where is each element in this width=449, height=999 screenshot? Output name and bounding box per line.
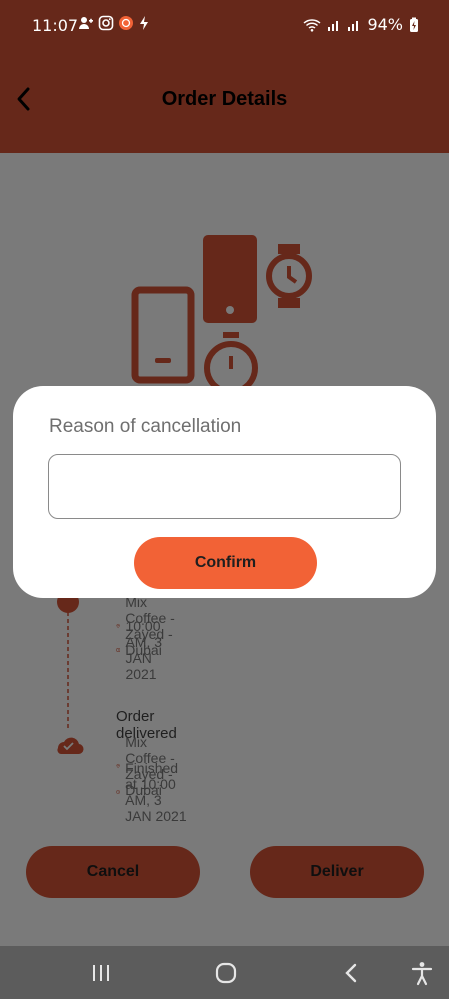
- recent-apps-icon[interactable]: [88, 960, 114, 986]
- back-nav-icon[interactable]: [339, 960, 365, 986]
- timeline-track: [57, 591, 84, 755]
- page-title: Order Details: [161, 88, 288, 110]
- cancellation-reason-input[interactable]: [48, 454, 401, 519]
- battery-charging-icon: [410, 17, 418, 32]
- signal-icon: [328, 20, 339, 31]
- system-nav-bar: [0, 946, 449, 999]
- profile-icon: [79, 17, 93, 29]
- deliver-button[interactable]: Deliver: [250, 846, 424, 898]
- accessibility-icon[interactable]: [409, 960, 435, 986]
- step2-time: Finished at 10:00 AM, 3 JAN 2021: [116, 760, 188, 824]
- app-bar: 11:07 94% Order Details: [0, 0, 449, 153]
- battery-level: 94%: [367, 15, 403, 34]
- confirm-button[interactable]: Confirm: [134, 537, 317, 589]
- app-notification-icon: [119, 16, 133, 30]
- cancel-button[interactable]: Cancel: [26, 846, 200, 898]
- charging-bolt-icon: [140, 16, 148, 30]
- dialog-title: Reason of cancellation: [49, 416, 242, 437]
- clock-icon: [116, 647, 121, 653]
- step1-time-text: 10:00 AM, 3 JAN 2021: [125, 618, 163, 682]
- home-icon[interactable]: [213, 960, 239, 986]
- status-time: 11:07: [32, 16, 79, 35]
- status-right-icons: 94%: [303, 15, 419, 34]
- wifi-icon: [303, 18, 321, 32]
- signal-icon-2: [348, 20, 359, 31]
- devices-illustration-icon: [131, 235, 312, 390]
- instagram-icon: [98, 15, 114, 31]
- clock-icon: [116, 790, 120, 794]
- step1-time: 10:00 AM, 3 JAN 2021: [116, 618, 170, 682]
- cancellation-dialog: Reason of cancellation Confirm: [13, 386, 436, 598]
- status-bar: 11:07 94%: [0, 0, 449, 50]
- status-left-icons: [78, 15, 150, 31]
- step2-time-text: Finished at 10:00 AM, 3 JAN 2021: [125, 760, 187, 824]
